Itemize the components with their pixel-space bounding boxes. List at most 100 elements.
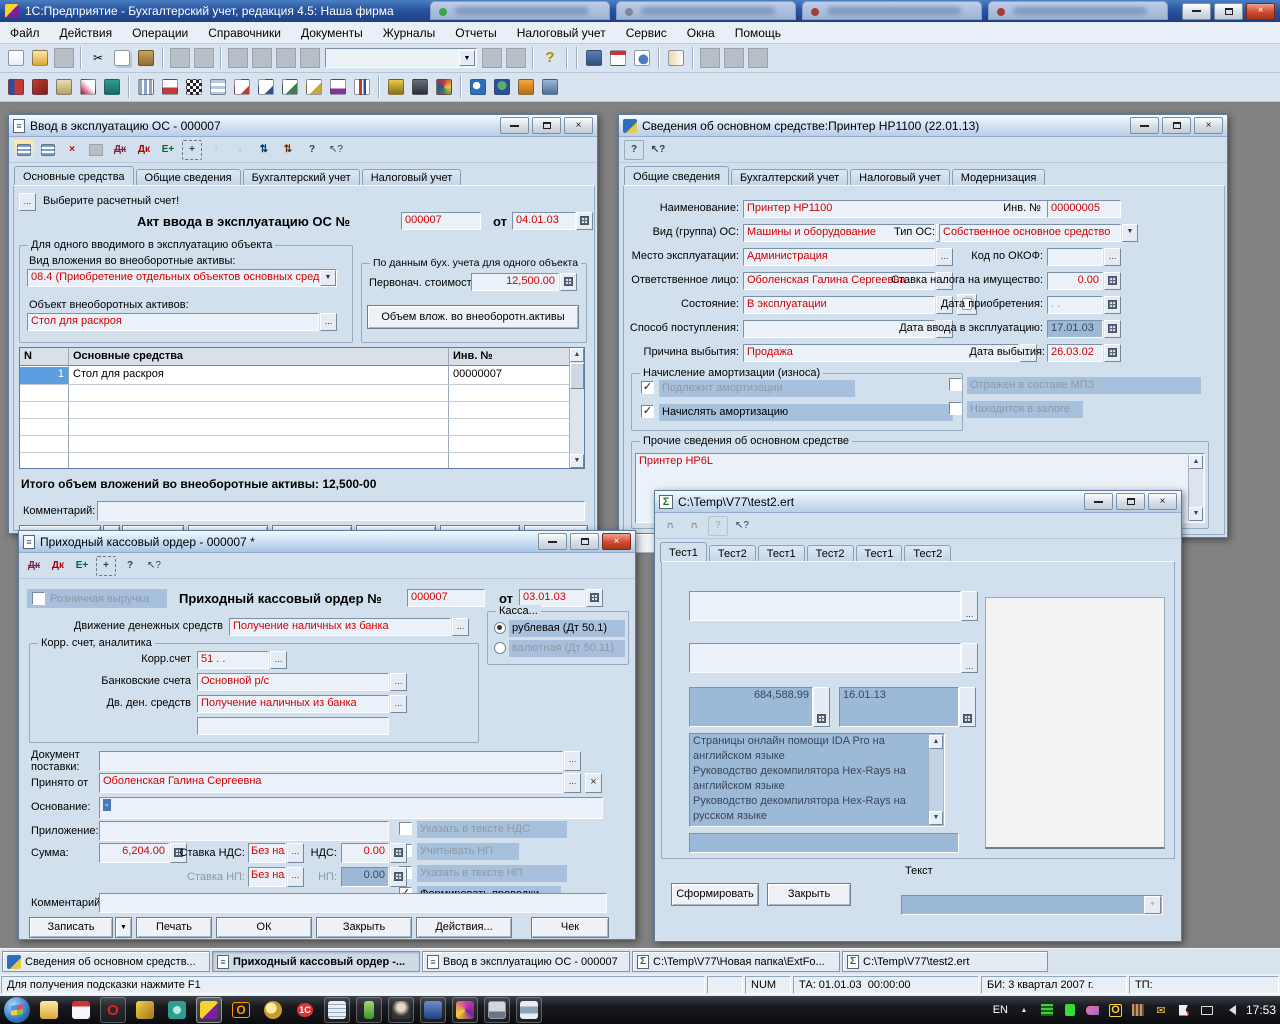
- scroll-down-icon[interactable]: ▼: [929, 811, 943, 825]
- move-dim-button[interactable]: Е+: [72, 556, 92, 576]
- use-date-field[interactable]: 17.01.03: [1047, 320, 1103, 338]
- maximize-button[interactable]: [532, 117, 561, 134]
- toolbar2-button-20[interactable]: [490, 76, 514, 99]
- maximize-button[interactable]: [1162, 117, 1191, 134]
- row-asset-cell[interactable]: Стол для раскроя: [69, 367, 448, 384]
- menu-tax[interactable]: Налоговый учет: [507, 26, 616, 40]
- scroll-down-icon[interactable]: ▼: [570, 454, 584, 468]
- app-maximize-button[interactable]: [1214, 3, 1243, 20]
- tab-modernization[interactable]: Модернизация: [952, 169, 1046, 186]
- cut-button[interactable]: ✂: [86, 47, 110, 70]
- comment-field[interactable]: [99, 893, 607, 913]
- insert-grid-button[interactable]: +: [182, 140, 202, 160]
- toolbar2-button-8[interactable]: [182, 76, 206, 99]
- depreciable-checkbox[interactable]: ✓: [641, 381, 654, 394]
- taskbar-teal-app[interactable]: [164, 997, 190, 1023]
- taskbar-printer-app[interactable]: [516, 997, 542, 1023]
- mail-icon[interactable]: ✉: [1154, 1003, 1168, 1017]
- taskbar-1c-red[interactable]: 1С: [292, 997, 318, 1023]
- np-rate-select-button[interactable]: ...: [287, 867, 304, 887]
- basis-field[interactable]: -: [99, 797, 603, 819]
- scroll-down-icon[interactable]: ▼: [1189, 507, 1203, 521]
- tray-basket-icon[interactable]: [1131, 1003, 1145, 1017]
- context-help-button[interactable]: ↖?: [144, 556, 164, 576]
- ert-list-scrollbar[interactable]: ▲ ▼: [928, 735, 943, 825]
- tab-test2b[interactable]: Тест2: [807, 545, 854, 562]
- retail-checkbox[interactable]: [32, 592, 45, 605]
- menu-references[interactable]: Справочники: [198, 26, 291, 40]
- toolbar2-button-2[interactable]: [28, 76, 52, 99]
- doc-date-field[interactable]: 04.01.03: [512, 212, 576, 230]
- ert-field-1[interactable]: [689, 591, 961, 621]
- taskbar-paint-app[interactable]: [132, 997, 158, 1023]
- asset-titlebar[interactable]: Сведения об основном средстве:Принтер HP…: [619, 115, 1227, 137]
- okof-field[interactable]: [1047, 248, 1103, 266]
- maximize-button[interactable]: [570, 533, 599, 550]
- tab-general[interactable]: Общие сведения: [624, 166, 729, 186]
- close-dialog-button[interactable]: Закрыть: [316, 917, 412, 938]
- menu-reports[interactable]: Отчеты: [445, 26, 506, 40]
- buy-date-calendar-button[interactable]: [1104, 296, 1121, 314]
- close-button[interactable]: ×: [564, 117, 593, 134]
- from-whom-select-button[interactable]: ...: [564, 773, 581, 793]
- tray-expand-icon[interactable]: ▲: [1017, 1003, 1031, 1017]
- save-button[interactable]: Записать: [29, 917, 113, 938]
- vat-calc-button[interactable]: [390, 843, 407, 863]
- type-combobox[interactable]: Собственное основное средство: [939, 224, 1121, 242]
- calculator-button[interactable]: [582, 47, 606, 70]
- supply-field[interactable]: [99, 751, 563, 771]
- corr-field[interactable]: 51 . .: [197, 651, 269, 669]
- taskbar-orange-o[interactable]: O: [228, 997, 254, 1023]
- tax-calc-button[interactable]: [1104, 272, 1121, 290]
- toolbar2-button-5[interactable]: [100, 76, 124, 99]
- minimize-button[interactable]: [500, 117, 529, 134]
- tab-accounting[interactable]: Бухгалтерский учет: [243, 169, 360, 186]
- maximize-button[interactable]: [1116, 493, 1145, 510]
- menu-help[interactable]: Помощь: [725, 26, 791, 40]
- dk-button[interactable]: Дк: [48, 556, 68, 576]
- menu-documents[interactable]: Документы: [291, 26, 373, 40]
- toolbar2-button-10[interactable]: [230, 76, 254, 99]
- tray-o-icon[interactable]: O: [1109, 1004, 1122, 1017]
- accrue-checkbox[interactable]: ✓: [641, 405, 654, 418]
- row-inv-cell[interactable]: 00000007: [449, 367, 569, 384]
- toolbar2-button-15[interactable]: [350, 76, 374, 99]
- assets-table[interactable]: N Основные средства Инв. № 1 Стол для ра…: [19, 347, 585, 469]
- cash-titlebar[interactable]: ≡ Приходный кассовый ордер - 000007 * ×: [19, 531, 635, 553]
- close-button[interactable]: ×: [1194, 117, 1223, 134]
- speaker-icon[interactable]: [1223, 1003, 1237, 1017]
- app-close-button[interactable]: ×: [1246, 3, 1275, 20]
- toolbar2-button-6[interactable]: [134, 76, 158, 99]
- scroll-up-icon[interactable]: ▲: [1189, 455, 1203, 469]
- from-whom-field[interactable]: Оболенская Галина Сергеевна: [99, 773, 563, 793]
- sort-asc-button[interactable]: ⇅: [254, 140, 274, 160]
- toolbar2-button-4[interactable]: [76, 76, 100, 99]
- generate-button[interactable]: Сформировать: [671, 883, 759, 906]
- ok-button[interactable]: ОК: [216, 917, 312, 938]
- menu-file[interactable]: Файл: [0, 26, 50, 40]
- check-button[interactable]: Чек: [531, 917, 609, 938]
- taskbar-explorer[interactable]: [36, 997, 62, 1023]
- dk-off-button[interactable]: Дк: [24, 556, 44, 576]
- flag-error-icon[interactable]: [1177, 1003, 1191, 1017]
- tab-general[interactable]: Общие сведения: [136, 169, 241, 186]
- calendar-button[interactable]: [606, 47, 630, 70]
- list-item[interactable]: Руководство декомпилятора Hex-Rays на ру…: [693, 794, 926, 824]
- flow-field[interactable]: Получение наличных из банка: [229, 618, 451, 636]
- toolbar2-button-18[interactable]: [432, 76, 456, 99]
- network-icon[interactable]: [1200, 1003, 1214, 1017]
- copy-row-button[interactable]: [38, 140, 58, 160]
- toolbar2-button-12[interactable]: [278, 76, 302, 99]
- bank-field[interactable]: Основной р/с: [197, 673, 389, 691]
- minimize-button[interactable]: [1084, 493, 1113, 510]
- ert-listbox[interactable]: Страницы онлайн помощи IDA Pro на англий…: [689, 733, 945, 827]
- tab-accounting[interactable]: Бухгалтерский учет: [731, 169, 848, 186]
- object-select-button[interactable]: ...: [320, 313, 337, 331]
- scroll-thumb[interactable]: [570, 363, 584, 389]
- ert-field2-select-button[interactable]: ...: [961, 643, 978, 673]
- close-button[interactable]: ×: [602, 533, 631, 550]
- mdi-tab-extforms[interactable]: ΣC:\Temp\V77\Новая папка\ExtFo...: [632, 951, 840, 972]
- toolbar2-button-7[interactable]: [158, 76, 182, 99]
- sum-field[interactable]: 6,204.00: [99, 843, 169, 863]
- new-button[interactable]: [4, 47, 28, 70]
